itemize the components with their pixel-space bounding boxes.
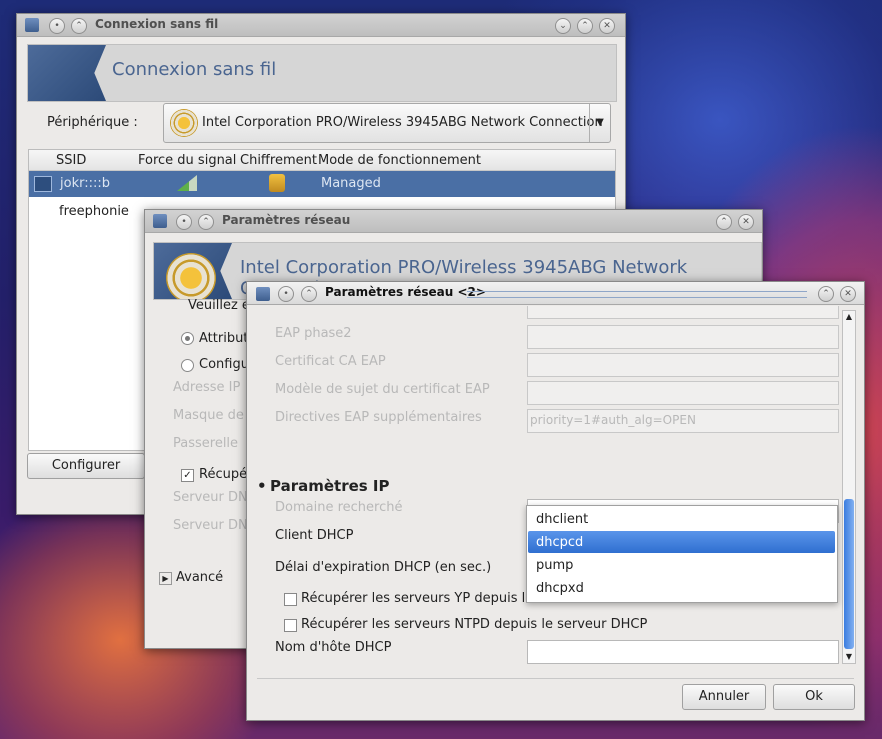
connected-icon — [34, 176, 52, 192]
menu-icon[interactable]: • — [176, 214, 192, 230]
separator — [257, 678, 854, 679]
menu-icon[interactable]: • — [49, 18, 65, 34]
scroll-down-icon[interactable]: ▼ — [843, 651, 855, 663]
yp-servers-label: Récupérer les serveurs YP depuis le — [301, 591, 534, 606]
dropdown-option-dhcpxd[interactable]: dhcpxd — [527, 577, 837, 599]
option-label: pump — [536, 558, 574, 573]
ip-section-title: Paramètres IP — [270, 477, 390, 495]
yp-servers-checkbox[interactable] — [284, 593, 297, 606]
expand-arrow-icon[interactable]: ▶ — [159, 572, 172, 585]
subject-model-label: Modèle de sujet du certificat EAP — [275, 382, 490, 397]
ok-button[interactable]: Ok — [773, 684, 855, 710]
wifi-icon — [170, 109, 198, 137]
intro-text: Veuillez e — [188, 298, 250, 313]
maximize-icon[interactable]: ⌃ — [818, 286, 834, 302]
dns1-label: Serveur DN — [173, 490, 248, 505]
table-row[interactable]: jokr::::b Managed — [29, 171, 615, 197]
window-title: Connexion sans fil — [95, 17, 219, 31]
dhcp-hostname-field[interactable] — [527, 640, 839, 664]
ntpd-servers-checkbox[interactable] — [284, 619, 297, 632]
subject-model-field — [527, 381, 839, 405]
keep-above-icon[interactable]: ⌃ — [71, 18, 87, 34]
app-icon — [256, 287, 270, 301]
advanced-label[interactable]: Avancé — [176, 570, 223, 585]
option-label: dhclient — [536, 512, 589, 527]
scroll-area: EAP phase2 Certificat CA EAP Modèle de s… — [247, 306, 839, 666]
keep-above-icon[interactable]: ⌃ — [301, 286, 317, 302]
cancel-button[interactable]: Annuler — [682, 684, 766, 710]
extra-directives-field: priority=1#auth_alg=OPEN — [527, 409, 839, 433]
lock-icon — [269, 174, 285, 192]
eap-top-field — [527, 306, 839, 319]
close-icon[interactable]: ✕ — [599, 18, 615, 34]
scroll-thumb[interactable] — [844, 499, 854, 649]
signal-bars-icon — [177, 175, 197, 191]
device-value: Intel Corporation PRO/Wireless 3945ABG N… — [202, 115, 603, 130]
column-mode[interactable]: Mode de fonctionnement — [318, 153, 481, 168]
device-label: Périphérique : — [47, 115, 138, 130]
dropdown-option-dhcpcd[interactable]: dhcpcd — [528, 531, 835, 553]
app-icon — [25, 18, 39, 32]
search-domain-label: Domaine recherché — [275, 500, 403, 515]
column-ssid[interactable]: SSID — [56, 153, 86, 168]
netmask-label: Masque de — [173, 408, 244, 423]
app-icon — [153, 214, 167, 228]
table-header: SSID Force du signal Chiffrement Mode de… — [29, 150, 615, 171]
column-signal[interactable]: Force du signal — [138, 153, 236, 168]
section-bullet: • — [257, 477, 267, 495]
auto-ip-label: Attribut — [199, 331, 249, 346]
auto-ip-radio[interactable] — [181, 332, 194, 345]
window-title: Paramètres réseau — [222, 213, 351, 227]
dhcp-client-label: Client DHCP — [275, 528, 354, 543]
close-icon[interactable]: ✕ — [840, 286, 856, 302]
vertical-scrollbar[interactable]: ▲ ▼ — [842, 310, 856, 664]
dhcp-hostname-label: Nom d'hôte DHCP — [275, 640, 392, 655]
get-dns-label: Récupé — [199, 467, 248, 482]
banner-title: Connexion sans fil — [112, 59, 277, 80]
menu-icon[interactable]: • — [278, 286, 294, 302]
manual-ip-radio[interactable] — [181, 359, 194, 372]
gateway-label: Passerelle — [173, 436, 239, 451]
option-label: dhcpcd — [536, 535, 584, 550]
eap-phase2-label: EAP phase2 — [275, 326, 352, 341]
dns2-label: Serveur DN — [173, 518, 248, 533]
title-bar[interactable]: • ⌃ Paramètres réseau <2> ⌃ ✕ — [247, 282, 864, 305]
scroll-up-icon[interactable]: ▲ — [843, 311, 855, 323]
manual-ip-label: Configu — [199, 357, 249, 372]
title-grip — [467, 291, 807, 298]
ca-cert-label: Certificat CA EAP — [275, 354, 386, 369]
title-bar[interactable]: • ⌃ Paramètres réseau ⌃ ✕ — [145, 210, 762, 233]
get-dns-checkbox[interactable]: ✓ — [181, 469, 194, 482]
configure-button[interactable]: Configurer — [27, 453, 145, 479]
ca-cert-field — [527, 353, 839, 377]
minimize-icon[interactable]: ⌄ — [555, 18, 571, 34]
dropdown-arrow-icon[interactable]: ▼ — [589, 104, 610, 142]
ssid-cell: jokr::::b — [60, 176, 110, 191]
header-banner: Connexion sans fil — [27, 44, 617, 102]
eap-phase2-field — [527, 325, 839, 349]
dhcp-timeout-label: Délai d'expiration DHCP (en sec.) — [275, 560, 492, 575]
maximize-icon[interactable]: ⌃ — [577, 18, 593, 34]
ssid-cell: freephonie — [59, 204, 129, 219]
network-settings-2-window: • ⌃ Paramètres réseau <2> ⌃ ✕ EAP phase2… — [246, 281, 865, 721]
ip-address-label: Adresse IP — [173, 380, 241, 395]
mode-cell: Managed — [321, 176, 381, 191]
extra-directives-value: priority=1#auth_alg=OPEN — [530, 413, 696, 427]
title-bar[interactable]: • ⌃ Connexion sans fil ⌄ ⌃ ✕ — [17, 14, 625, 37]
dhcp-client-dropdown[interactable]: dhclient dhcpcd pump dhcpxd — [526, 505, 838, 603]
device-select[interactable]: Intel Corporation PRO/Wireless 3945ABG N… — [163, 103, 611, 143]
dropdown-option-dhclient[interactable]: dhclient — [527, 508, 837, 530]
close-icon[interactable]: ✕ — [738, 214, 754, 230]
maximize-icon[interactable]: ⌃ — [716, 214, 732, 230]
option-label: dhcpxd — [536, 581, 584, 596]
extra-directives-label: Directives EAP supplémentaires — [275, 410, 482, 425]
column-encryption[interactable]: Chiffrement — [240, 153, 317, 168]
keep-above-icon[interactable]: ⌃ — [198, 214, 214, 230]
window-title: Paramètres réseau <2> — [325, 285, 486, 299]
dropdown-option-pump[interactable]: pump — [527, 554, 837, 576]
wifi-icon — [166, 253, 216, 299]
ntpd-servers-label: Récupérer les serveurs NTPD depuis le se… — [301, 617, 648, 632]
wireless-banner-icon — [28, 45, 106, 101]
